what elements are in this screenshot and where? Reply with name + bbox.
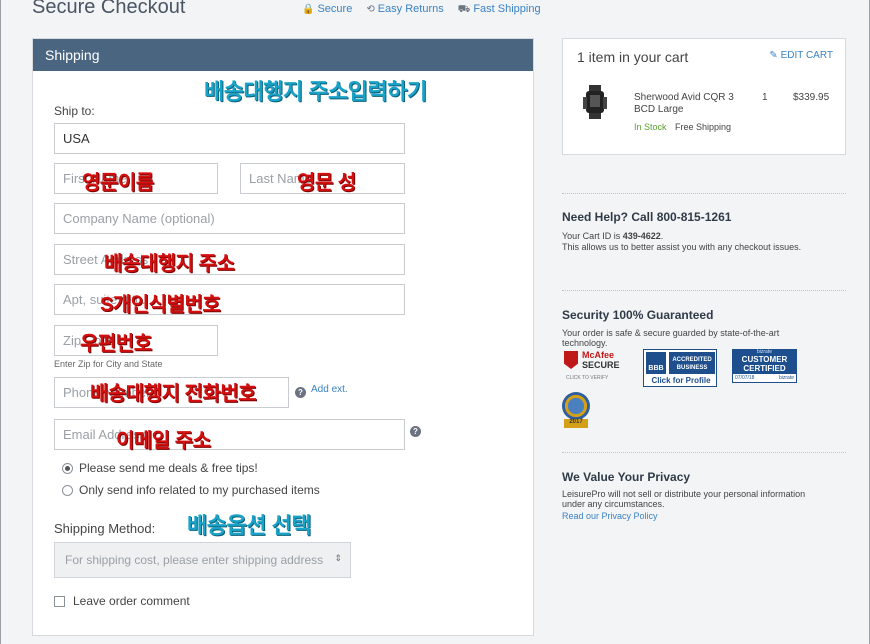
return-icon: ⟲ [366, 4, 375, 15]
annotation-apt: S개인식별번호 [100, 294, 221, 316]
order-comment-checkbox[interactable]: Leave order comment [54, 594, 190, 608]
edit-icon: ✎ [769, 50, 781, 61]
order-comment-label: Leave order comment [73, 594, 190, 608]
phone-help-icon[interactable]: ? [295, 387, 306, 398]
cart-title: 1 item in your cart [577, 49, 689, 65]
annotation-email: 이메일 주소 [116, 430, 211, 452]
annotation-phone: 배송대행지 전화번호 [90, 383, 257, 405]
annotation-first-name: 영문이름 [82, 172, 154, 194]
award-medal-icon [562, 392, 590, 420]
product-price: $339.95 [793, 92, 830, 103]
company-field[interactable]: Company Name (optional) [54, 203, 405, 234]
cart-id-text: Your Cart ID is 439-4622. [562, 231, 664, 241]
help-heading: Need Help? Call 800-815-1261 [562, 210, 732, 224]
bbb-torch-icon: BBB [646, 352, 666, 374]
radio-info[interactable]: Only send info related to my purchased i… [62, 483, 320, 497]
free-shipping-label: Free Shipping [675, 122, 732, 132]
shipping-method-placeholder: For shipping cost, please enter shipping… [65, 553, 324, 567]
truck-icon: ⛟ [457, 4, 471, 15]
bbb-text: ACCREDITED BUSINESS [669, 352, 715, 374]
divider [562, 290, 846, 291]
trust-badges: 🔒 Secure ⟲ Easy Returns ⛟ Fast Shipping [302, 3, 541, 17]
mcafee-seal[interactable]: McAfee SECURE CLICK TO VERIFY [562, 349, 624, 384]
badge-secure: 🔒 Secure [302, 3, 353, 15]
radio-info-button[interactable] [62, 484, 73, 496]
add-ext-link[interactable]: Add ext. [311, 384, 348, 395]
edit-cart-link[interactable]: ✎ EDIT CART [769, 50, 833, 61]
radio-deals[interactable]: Please send me deals & free tips! [62, 461, 258, 475]
annotation-street: 배송대행지 주소 [104, 253, 235, 275]
privacy-heading: We Value Your Privacy [562, 470, 691, 484]
divider [562, 193, 846, 194]
radio-info-label: Only send info related to my purchased i… [79, 483, 320, 497]
mcafee-text: McAfee SECURE [582, 350, 620, 370]
country-field[interactable]: USA [54, 123, 405, 154]
bbb-seal[interactable]: BBB ACCREDITED BUSINESS Click for Profile [643, 349, 717, 387]
help-text: This allows us to better assist you with… [562, 242, 802, 252]
order-comment-box[interactable] [54, 595, 65, 607]
privacy-policy-link[interactable]: Read our Privacy Policy [562, 511, 658, 521]
security-text: Your order is safe & secure guarded by s… [562, 328, 780, 348]
page-title: Secure Checkout [32, 0, 186, 18]
badge-returns: ⟲ Easy Returns [366, 3, 444, 15]
annotation-last-name: 영문 성 [297, 172, 356, 194]
radio-deals-label: Please send me deals & free tips! [79, 461, 258, 475]
award-seal[interactable]: 2017 [562, 392, 590, 430]
cart-id: 439-4622 [622, 231, 661, 241]
shipping-method-select[interactable]: For shipping cost, please enter shipping… [54, 542, 351, 578]
product-qty: 1 [762, 92, 768, 103]
shipping-method-label: Shipping Method: [54, 521, 156, 536]
product-image[interactable] [583, 85, 607, 119]
shield-icon [564, 351, 578, 369]
annotation-zip: 우편번호 [80, 333, 152, 355]
cart-summary: 1 item in your cart ✎ EDIT CART Sherwood… [562, 38, 846, 155]
security-heading: Security 100% Guaranteed [562, 308, 714, 322]
annotation-title: 배송대행지 주소입력하기 [204, 79, 427, 104]
annotation-method: 배송옵션 선택 [187, 513, 312, 538]
shipping-panel-title: Shipping [33, 39, 533, 71]
divider [562, 452, 846, 453]
mcafee-sub: CLICK TO VERIFY [566, 375, 609, 381]
bbb-sub: Click for Profile [651, 376, 711, 385]
bizrate-seal[interactable]: bizrate CUSTOMER CERTIFIED 07/07/18 bizrat… [732, 349, 797, 383]
lock-icon: 🔒 [302, 4, 315, 15]
email-help-icon[interactable]: ? [410, 426, 421, 437]
ship-to-label: Ship to: [54, 104, 95, 118]
stock-status: In Stock [634, 122, 667, 132]
zip-help: Enter Zip for City and State [54, 359, 163, 369]
email-field[interactable]: Email Address [54, 419, 405, 450]
product-name[interactable]: Sherwood Avid CQR 3 BCD Large [634, 92, 744, 116]
privacy-text: LeisurePro will not sell or distribute y… [562, 489, 806, 509]
select-arrows-icon: ⇕ [334, 553, 342, 563]
radio-deals-button[interactable] [62, 462, 73, 474]
badge-shipping: ⛟ Fast Shipping [457, 3, 541, 15]
